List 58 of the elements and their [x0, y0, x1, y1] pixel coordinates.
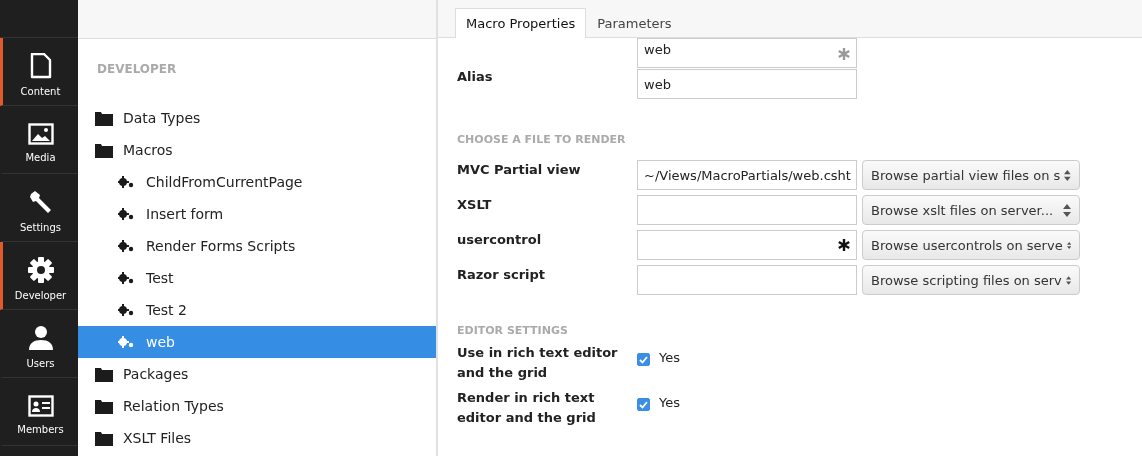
- tree-item[interactable]: Data Types: [78, 102, 436, 134]
- document-icon: [28, 52, 53, 79]
- gear-icon: [27, 256, 54, 283]
- section-button[interactable]: Content: [0, 38, 78, 106]
- updown-icon: [1065, 273, 1071, 287]
- field-label: usercontrol: [457, 231, 543, 247]
- id-card-icon: [27, 394, 54, 417]
- tree-item[interactable]: Render Forms Scripts: [78, 230, 436, 262]
- wrench-icon: [27, 188, 54, 215]
- field-label: Use in rich text editor and the grid: [457, 344, 619, 382]
- browse-dropdown[interactable]: Browse partial view files on s: [862, 160, 1080, 190]
- updown-icon: [1063, 203, 1071, 217]
- checkbox[interactable]: [637, 398, 650, 411]
- tree-item[interactable]: ChildFromCurrentPage: [78, 166, 436, 198]
- gears-icon: [118, 336, 134, 348]
- section-heading: EDITOR SETTINGS: [457, 324, 569, 337]
- field-label: Alias: [457, 69, 494, 84]
- field-label: Razor script: [457, 266, 547, 282]
- tree-item[interactable]: Packages: [78, 358, 436, 390]
- gears-icon: [118, 208, 134, 220]
- tab[interactable]: Parameters: [586, 8, 683, 38]
- gears-icon: [118, 272, 134, 284]
- input-field[interactable]: [637, 195, 857, 225]
- checkbox[interactable]: [637, 353, 650, 366]
- tree-heading: DEVELOPER: [96, 61, 178, 78]
- section-button[interactable]: Developer: [0, 242, 78, 310]
- tab[interactable]: Macro Properties: [455, 8, 587, 38]
- folder-icon: [95, 398, 113, 414]
- folder-icon: [95, 110, 113, 126]
- folder-icon: [95, 142, 113, 158]
- updown-icon: [1064, 168, 1071, 182]
- browse-dropdown[interactable]: Browse xslt files on server...: [862, 195, 1080, 225]
- checkbox-label: Yes: [659, 350, 680, 365]
- tree-item[interactable]: XSLT Files: [78, 422, 436, 454]
- browse-dropdown[interactable]: Browse scripting files on serv: [862, 265, 1080, 295]
- user-icon: [27, 324, 54, 351]
- tree-item[interactable]: Test 2: [78, 294, 436, 326]
- folder-icon: [95, 430, 113, 446]
- field-label: XSLT: [457, 196, 493, 212]
- input-field[interactable]: [637, 265, 857, 295]
- tree-item[interactable]: Relation Types: [78, 390, 436, 422]
- gears-icon: [118, 176, 134, 188]
- browse-dropdown[interactable]: Browse usercontrols on serve: [862, 230, 1080, 260]
- checkbox-label: Yes: [659, 395, 680, 410]
- input-field[interactable]: [637, 230, 857, 260]
- alias-field[interactable]: web: [637, 69, 857, 99]
- field-label: Render in rich text editor and the grid: [457, 389, 597, 427]
- section-heading: CHOOSE A FILE TO RENDER: [457, 133, 627, 146]
- gears-icon: [118, 304, 134, 316]
- tree-item[interactable]: Test: [78, 262, 436, 294]
- field-label: MVC Partial view: [457, 161, 582, 177]
- name-field[interactable]: web: [637, 38, 857, 68]
- tree-item[interactable]: Insert form: [78, 198, 436, 230]
- input-field[interactable]: ~/Views/MacroPartials/web.csht: [637, 160, 857, 190]
- tree-item[interactable]: Macros: [78, 134, 436, 166]
- image-icon: [27, 122, 54, 145]
- folder-icon: [95, 366, 113, 382]
- gears-icon: [118, 240, 134, 252]
